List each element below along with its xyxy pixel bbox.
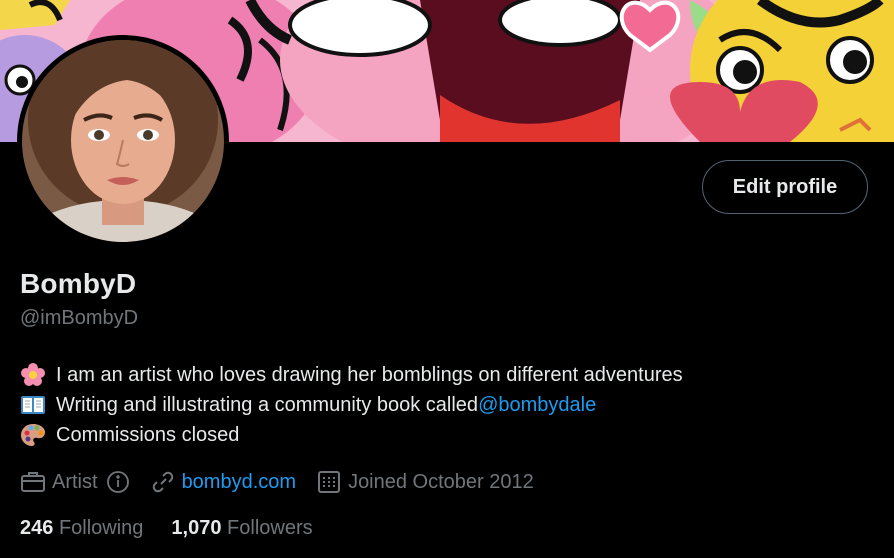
display-name: BombyD	[20, 268, 137, 299]
edit-profile-button[interactable]: Edit profile	[702, 160, 868, 214]
info-icon[interactable]	[106, 470, 130, 494]
profession-item: Artist	[20, 469, 130, 495]
profile-stats: 246 Following 1,070 Followers	[20, 512, 341, 544]
followers-label: Followers	[227, 516, 313, 539]
profile-avatar[interactable]	[17, 35, 229, 247]
profession-label: Artist	[52, 470, 98, 493]
website-item: bombyd.com	[150, 469, 297, 495]
briefcase-icon	[20, 469, 46, 495]
bio-text: Writing and illustrating a community boo…	[56, 394, 479, 416]
joined-item: Joined October 2012	[316, 469, 534, 495]
bio-text: I am an artist who loves drawing her bom…	[56, 364, 683, 386]
website-link[interactable]: bombyd.com	[182, 471, 297, 494]
followers-link[interactable]: 1,070 Followers	[171, 517, 312, 540]
following-link[interactable]: 246 Following	[20, 517, 143, 540]
flower-emoji-icon	[20, 362, 46, 388]
followers-count: 1,070	[171, 516, 222, 539]
calendar-icon	[316, 469, 342, 495]
palette-emoji-icon	[20, 422, 46, 448]
user-handle: @imBombyD	[20, 307, 139, 329]
joined-date: Joined October 2012	[348, 470, 534, 493]
bio-line: Writing and illustrating a community boo…	[20, 390, 683, 420]
bio-line: Commissions closed	[20, 420, 683, 450]
open-book-emoji-icon	[20, 392, 46, 418]
link-icon	[150, 469, 176, 495]
bio-mention-link[interactable]: @bombydale	[478, 390, 596, 420]
profile-bio: I am an artist who loves drawing her bom…	[20, 360, 683, 450]
bio-text: Commissions closed	[56, 424, 240, 446]
following-label: Following	[58, 516, 144, 539]
bio-line: I am an artist who loves drawing her bom…	[20, 360, 683, 390]
profile-meta: Artist bombyd.com Joined October 2012	[20, 466, 554, 498]
following-count: 246	[20, 516, 54, 539]
